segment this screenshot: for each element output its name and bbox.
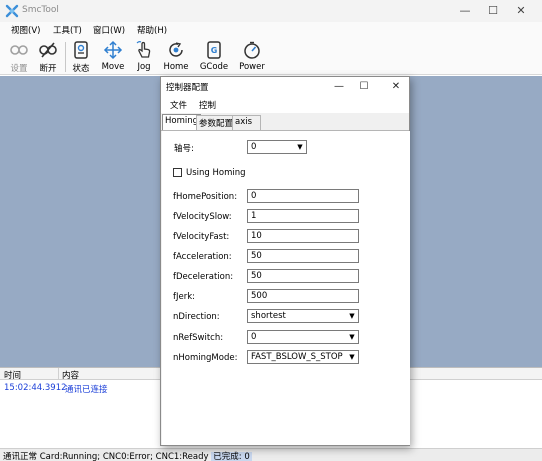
log-col-content[interactable]: 内容: [62, 369, 79, 381]
menu-help[interactable]: 帮助(H): [137, 24, 167, 36]
maximize-button[interactable]: ☐: [479, 0, 507, 22]
disconnect-label: 断开: [39, 64, 57, 74]
gcode-button[interactable]: G GCode: [199, 40, 229, 74]
axis-select[interactable]: 0 ▼: [247, 140, 307, 154]
field-label-home-position: fHomePosition:: [173, 192, 238, 202]
jog-label: Jog: [137, 62, 151, 72]
direction-select-value: shortest: [251, 311, 286, 321]
dialog-title: 控制器配置: [166, 83, 209, 93]
home-position-input[interactable]: 0: [247, 189, 359, 203]
dialog-menu-file[interactable]: 文件: [170, 99, 187, 111]
home-label: Home: [163, 62, 189, 72]
gcode-label: GCode: [199, 62, 229, 72]
unlink-icon: [39, 42, 57, 58]
axis-label: 轴号:: [174, 144, 194, 154]
field-label-acceleration: fAcceleration:: [173, 252, 232, 262]
ref-switch-select-value: 0: [251, 332, 257, 342]
app-logo-icon: [5, 4, 19, 18]
main-titlebar: SmcTool — ☐ ✕: [0, 0, 542, 22]
log-row-time: 15:02:44.3912: [4, 383, 67, 393]
status-done-label: 已完成:: [213, 452, 242, 461]
home-icon: [169, 42, 183, 57]
link-icon: [10, 45, 28, 55]
chevron-down-icon: ▼: [297, 143, 303, 151]
svg-text:G: G: [211, 46, 218, 55]
dialog-minimize-button[interactable]: —: [327, 77, 351, 96]
main-menubar: 视图(V) 工具(T) 窗口(W) 帮助(H): [0, 22, 542, 38]
homing-mode-select-value: FAST_BSLOW_S_STOP: [251, 352, 343, 362]
using-homing-label: Using Homing: [186, 168, 246, 178]
power-button[interactable]: Power: [238, 40, 266, 74]
home-button[interactable]: Home: [163, 40, 189, 74]
status-icon: [74, 41, 88, 59]
menu-tools[interactable]: 工具(T): [53, 24, 82, 36]
tab-axis[interactable]: axis: [232, 115, 261, 130]
dialog-titlebar: 控制器配置 — ☐ ✕: [161, 77, 409, 96]
homing-mode-select[interactable]: FAST_BSLOW_S_STOP ▼: [247, 350, 359, 364]
using-homing-checkbox[interactable]: [173, 168, 182, 177]
log-col-divider[interactable]: [58, 368, 59, 380]
field-label-velocity-slow: fVelocitySlow:: [173, 212, 232, 222]
hand-pointer-icon: [136, 41, 151, 58]
gcode-file-icon: G: [207, 41, 221, 59]
menu-view[interactable]: 视图(V): [11, 24, 40, 36]
status-comm: 通讯正常: [3, 452, 38, 461]
chevron-down-icon: ▼: [349, 333, 355, 341]
close-button[interactable]: ✕: [507, 0, 535, 22]
status-text: 通讯正常 Card:Running; CNC0:Error; CNC1:Read…: [3, 450, 252, 461]
field-label-deceleration: fDeceleration:: [173, 272, 234, 282]
status-detail: Card:Running; CNC0:Error; CNC1:Ready: [39, 452, 209, 461]
jog-button[interactable]: Jog: [133, 40, 155, 74]
menu-window[interactable]: 窗口(W): [93, 24, 125, 36]
move-button[interactable]: Move: [99, 40, 127, 74]
status-button[interactable]: 状态: [68, 40, 94, 74]
log-row-content: 通讯已连接: [65, 385, 108, 395]
app-title: SmcTool: [22, 5, 59, 15]
power-label: Power: [239, 62, 265, 72]
log-col-time[interactable]: 时间: [4, 369, 21, 381]
dialog-close-button[interactable]: ✕: [384, 77, 408, 96]
tab-params[interactable]: 参数配置: [196, 115, 237, 130]
ref-switch-select[interactable]: 0 ▼: [247, 330, 359, 344]
combo-label-ref-switch: nRefSwitch:: [173, 333, 224, 343]
chevron-down-icon: ▼: [349, 312, 355, 320]
status-bar: 通讯正常 Card:Running; CNC0:Error; CNC1:Read…: [0, 448, 542, 461]
status-done-value: 0: [244, 452, 250, 461]
velocity-fast-input[interactable]: 10: [247, 229, 359, 243]
combo-label-direction: nDirection:: [173, 312, 220, 322]
move-label: Move: [101, 62, 125, 72]
acceleration-input[interactable]: 50: [247, 249, 359, 263]
axis-select-value: 0: [251, 142, 257, 152]
status-done: 已完成: 0: [211, 452, 252, 461]
minimize-button[interactable]: —: [451, 0, 479, 22]
toolbar-separator: [65, 42, 66, 72]
settings-label: 设置: [10, 64, 28, 74]
chevron-down-icon: ▼: [349, 353, 355, 361]
dialog-menu-control[interactable]: 控制: [199, 99, 216, 111]
direction-select[interactable]: shortest ▼: [247, 309, 359, 323]
jerk-input[interactable]: 500: [247, 289, 359, 303]
settings-button[interactable]: 设置: [6, 40, 32, 74]
field-label-velocity-fast: fVelocityFast:: [173, 232, 230, 242]
dialog-maximize-button[interactable]: ☐: [352, 77, 376, 96]
move-arrows-icon: [103, 40, 123, 60]
main-toolbar: 设置 断开 状态 Move Jog Home G GCode Power: [0, 38, 542, 75]
deceleration-input[interactable]: 50: [247, 269, 359, 283]
controller-config-dialog: 控制器配置 — ☐ ✕ 文件 控制 Homing 参数配置 axis 轴号: 0…: [160, 76, 410, 446]
gauge-icon: [244, 41, 260, 59]
homing-panel: 轴号: 0 ▼ Using Homing fHomePosition: 0 fV…: [162, 131, 410, 445]
field-label-jerk: fJerk:: [173, 292, 196, 302]
velocity-slow-input[interactable]: 1: [247, 209, 359, 223]
dialog-tabs: Homing 参数配置 axis: [161, 114, 409, 130]
disconnect-button[interactable]: 断开: [35, 40, 61, 74]
dialog-menubar: 文件 控制: [161, 96, 409, 113]
status-label: 状态: [72, 64, 90, 74]
combo-label-homing-mode: nHomingMode:: [173, 353, 238, 363]
